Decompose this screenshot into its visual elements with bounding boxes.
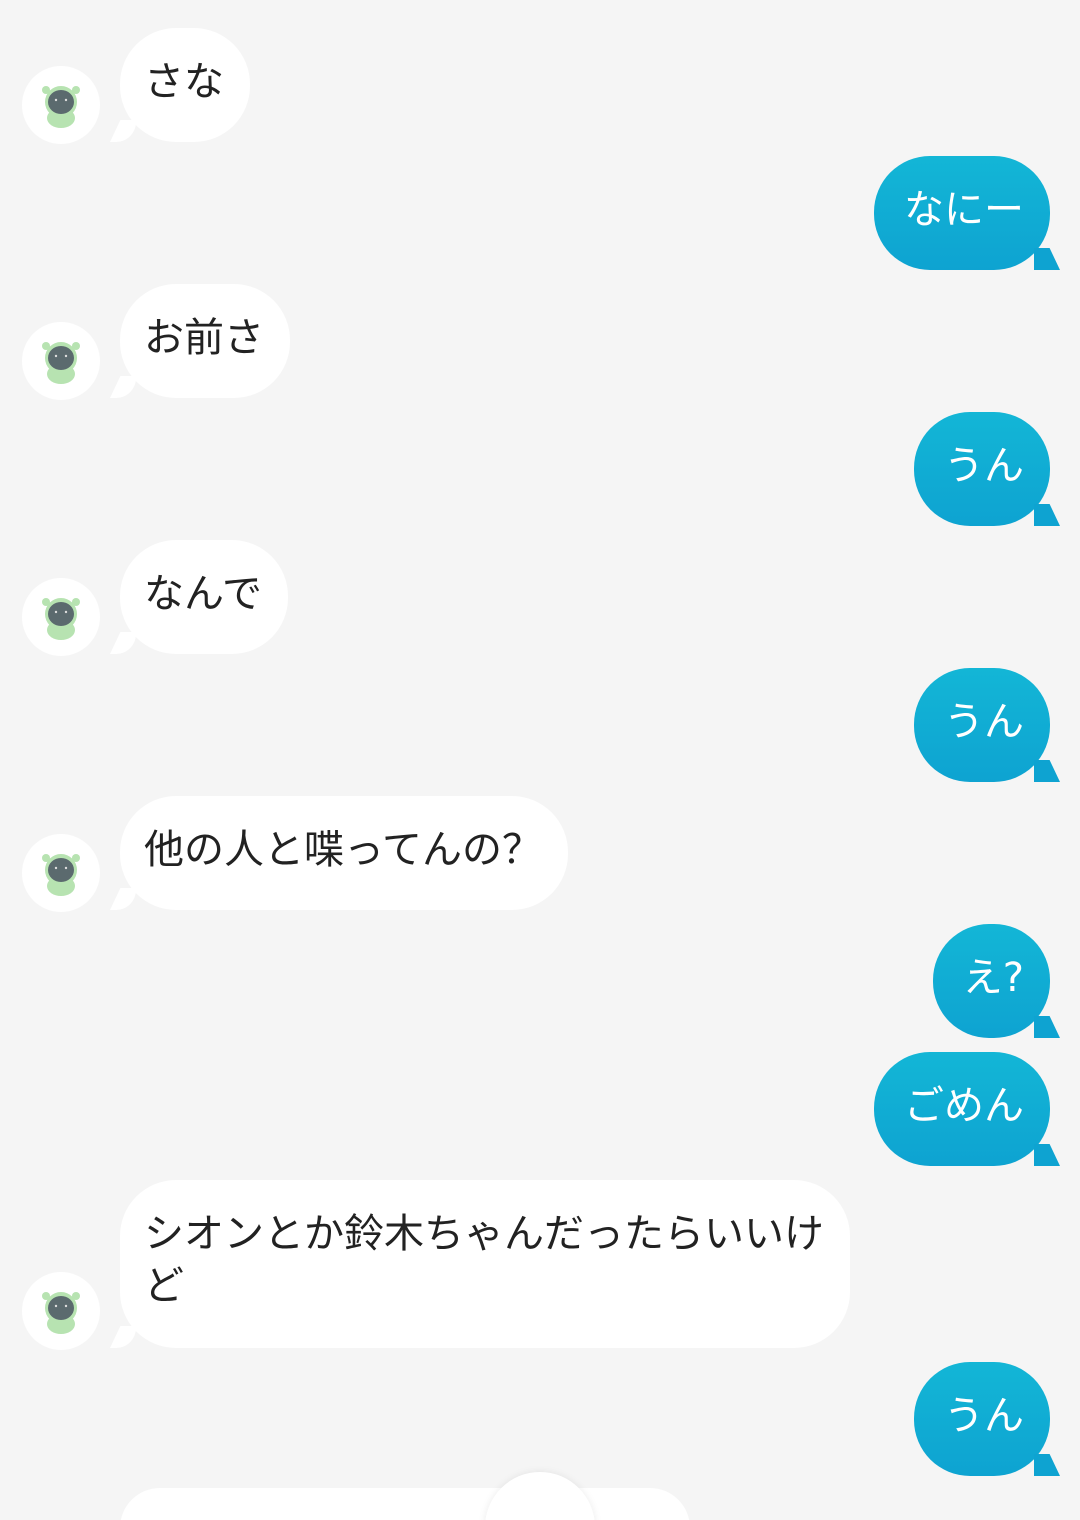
contact-avatar[interactable] [22, 578, 100, 656]
message-text: お前さ [144, 315, 264, 361]
message-text: うん [944, 443, 1024, 489]
message-bubble-incoming[interactable]: 他の人と喋ってんの？ [120, 796, 568, 910]
message-bubble-outgoing[interactable]: え? [932, 924, 1050, 1038]
message-bubble-incoming-partial[interactable] [120, 1488, 690, 1520]
message-text: うん [944, 699, 1024, 745]
sheep-character-avatar-icon [42, 854, 80, 896]
message-text: なんで [144, 571, 262, 617]
sheep-character-avatar-icon [42, 342, 80, 384]
contact-avatar[interactable] [22, 66, 100, 144]
message-bubble-outgoing[interactable]: うん [914, 668, 1050, 782]
message-text: 他の人と喋ってんの？ [144, 827, 542, 873]
message-bubble-incoming[interactable]: お前さ [120, 284, 290, 398]
sheep-character-avatar-icon [42, 86, 80, 128]
sheep-character-avatar-icon [42, 1292, 80, 1334]
message-bubble-incoming[interactable]: なんで [120, 540, 288, 654]
message-bubble-incoming[interactable]: シオンとか鈴木ちゃんだったらいいけど [120, 1180, 850, 1348]
message-text: さな [144, 59, 224, 105]
message-text: うん [944, 1393, 1024, 1439]
message-bubble-outgoing[interactable]: なにー [874, 156, 1050, 270]
message-text: ごめん [904, 1083, 1024, 1129]
message-bubble-incoming[interactable]: さな [120, 28, 250, 142]
message-bubble-outgoing[interactable]: うん [914, 412, 1050, 526]
scroll-down-button[interactable] [485, 1472, 595, 1520]
message-bubble-outgoing[interactable]: ごめん [874, 1052, 1050, 1166]
message-bubble-outgoing[interactable]: うん [914, 1362, 1050, 1476]
sheep-character-avatar-icon [42, 598, 80, 640]
chat-view: さな なにー お前さ うん なんで うん 他の人と喋ってんの？ え? ごめん シ… [0, 0, 1080, 1520]
contact-avatar[interactable] [22, 1272, 100, 1350]
message-text: え? [962, 955, 1024, 1001]
contact-avatar[interactable] [22, 834, 100, 912]
chat-date-header [440, 0, 570, 4]
message-text: シオンとか鈴木ちゃんだったらいいけど [144, 1211, 824, 1309]
contact-avatar[interactable] [22, 322, 100, 400]
message-text: なにー [904, 187, 1024, 233]
